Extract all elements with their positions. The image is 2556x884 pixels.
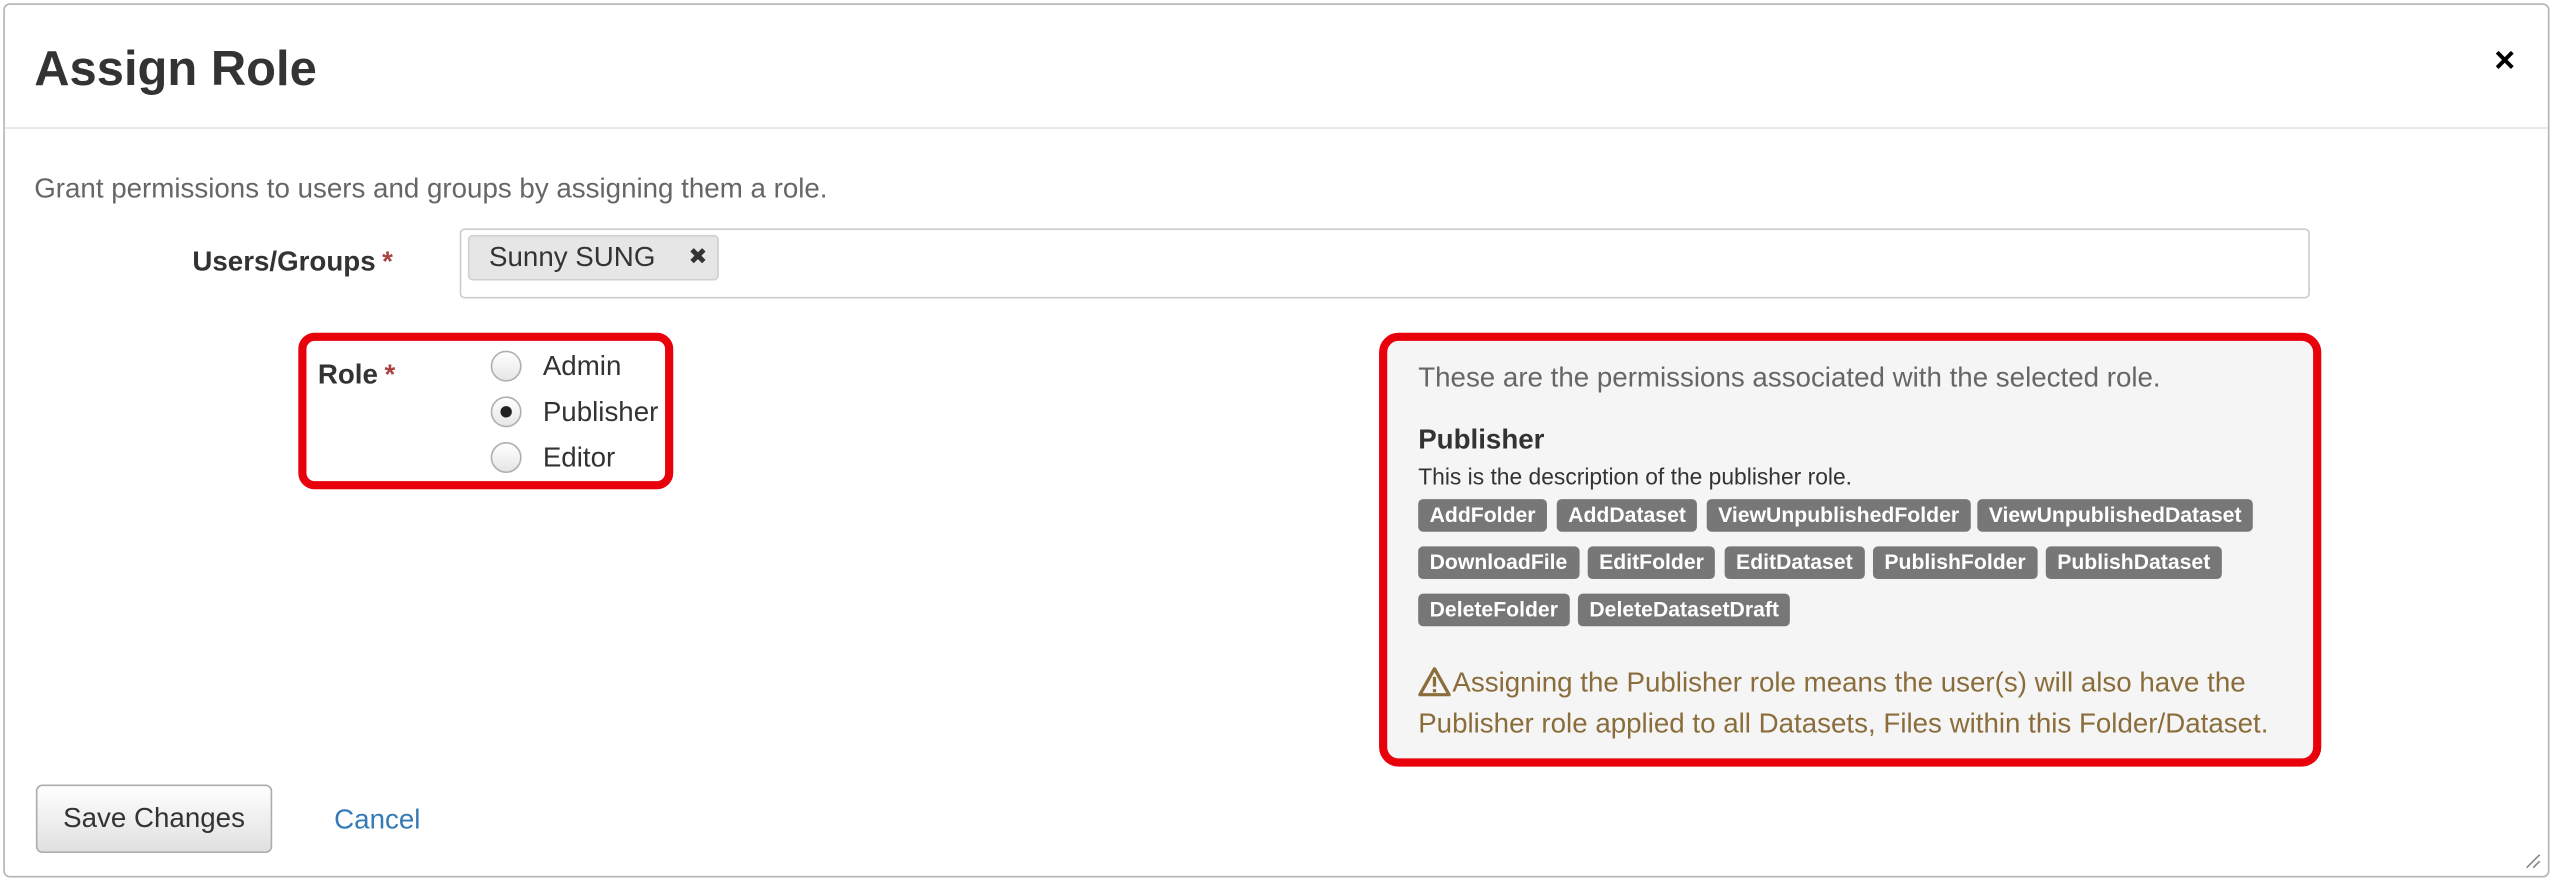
permission-tag: EditFolder [1587,546,1716,580]
permission-tag: ViewUnpublishedDataset [1977,499,2253,532]
close-icon[interactable]: × [2494,40,2515,80]
users-groups-input[interactable]: Sunny SUNG ✖ [459,228,2310,299]
resize-grip-icon[interactable] [2522,850,2542,870]
required-mark: * [382,246,393,278]
permissions-intro: These are the permissions associated wit… [1418,362,2161,394]
radio-editor-label: Editor [542,441,616,473]
permission-tag: DeleteFolder [1418,593,1570,627]
cancel-link[interactable]: Cancel [334,804,420,837]
remove-token-icon[interactable]: ✖ [688,243,707,271]
role-label: Role * [318,359,395,392]
permission-tag: AddDataset [1556,499,1698,532]
save-changes-button[interactable]: Save Changes [35,784,273,854]
user-token-label: Sunny SUNG [489,241,656,273]
permission-tag: ViewUnpublishedFolder [1706,499,1971,532]
intro-text: Grant permissions to users and groups by… [34,172,828,204]
dialog-title: Assign Role [34,42,317,97]
user-token: Sunny SUNG ✖ [467,234,719,281]
permission-tag: DeleteDatasetDraft [1577,593,1791,627]
permission-tag: PublishFolder [1872,546,2038,580]
assign-role-dialog: Assign Role × Grant permissions to users… [3,3,2550,878]
permissions-panel: These are the permissions associated wit… [1379,332,2322,767]
radio-publisher-label: Publisher [542,396,659,428]
users-groups-label: Users/Groups * [192,246,393,279]
radio-editor[interactable] [490,441,522,473]
dialog-header: Assign Role × [4,5,2548,129]
permission-tag: AddFolder [1418,499,1547,532]
radio-admin-label: Admin [542,350,622,382]
radio-publisher[interactable] [490,396,522,428]
permission-tag: EditDataset [1724,546,1865,580]
permission-tag: PublishDataset [2045,546,2222,580]
warning-triangle-icon [1418,667,1451,697]
permissions-warning: Assigning the Publisher role means the u… [1418,662,2298,744]
permission-tag: DownloadFile [1418,546,1579,580]
users-groups-label-text: Users/Groups [192,246,376,278]
role-label-text: Role [317,358,378,390]
radio-admin[interactable] [490,350,522,382]
warning-text: Assigning the Publisher role means the u… [1418,667,2269,739]
permissions-role-name: Publisher [1418,424,1545,456]
required-mark: * [384,358,396,390]
permissions-role-description: This is the description of the publisher… [1418,463,1853,490]
